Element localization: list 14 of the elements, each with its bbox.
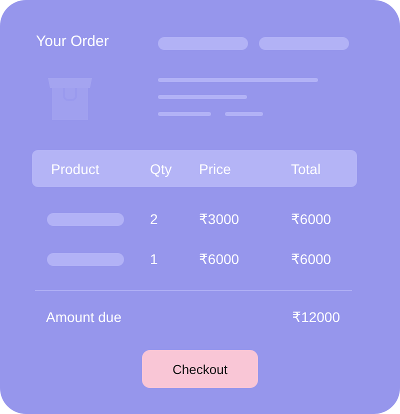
table-cell-text: 1 bbox=[150, 251, 159, 267]
amount-value: ₹12000 bbox=[292, 309, 340, 326]
table-cell-text: ₹6000 bbox=[199, 250, 240, 268]
column-header: Total bbox=[291, 160, 322, 176]
amount-label: Amount due bbox=[46, 309, 122, 326]
table-cell-text: ₹3000 bbox=[199, 210, 240, 228]
order-title: Your Order bbox=[36, 33, 110, 51]
column-header: Product bbox=[51, 160, 100, 176]
column-header: Price bbox=[199, 160, 232, 176]
checkout-button[interactable]: Checkout bbox=[142, 350, 258, 388]
table-cell-text: ₹6000 bbox=[291, 210, 332, 228]
table-cell-text: ₹6000 bbox=[291, 250, 332, 268]
column-header: Qty bbox=[150, 160, 173, 176]
table-cell-text: 2 bbox=[150, 211, 159, 227]
